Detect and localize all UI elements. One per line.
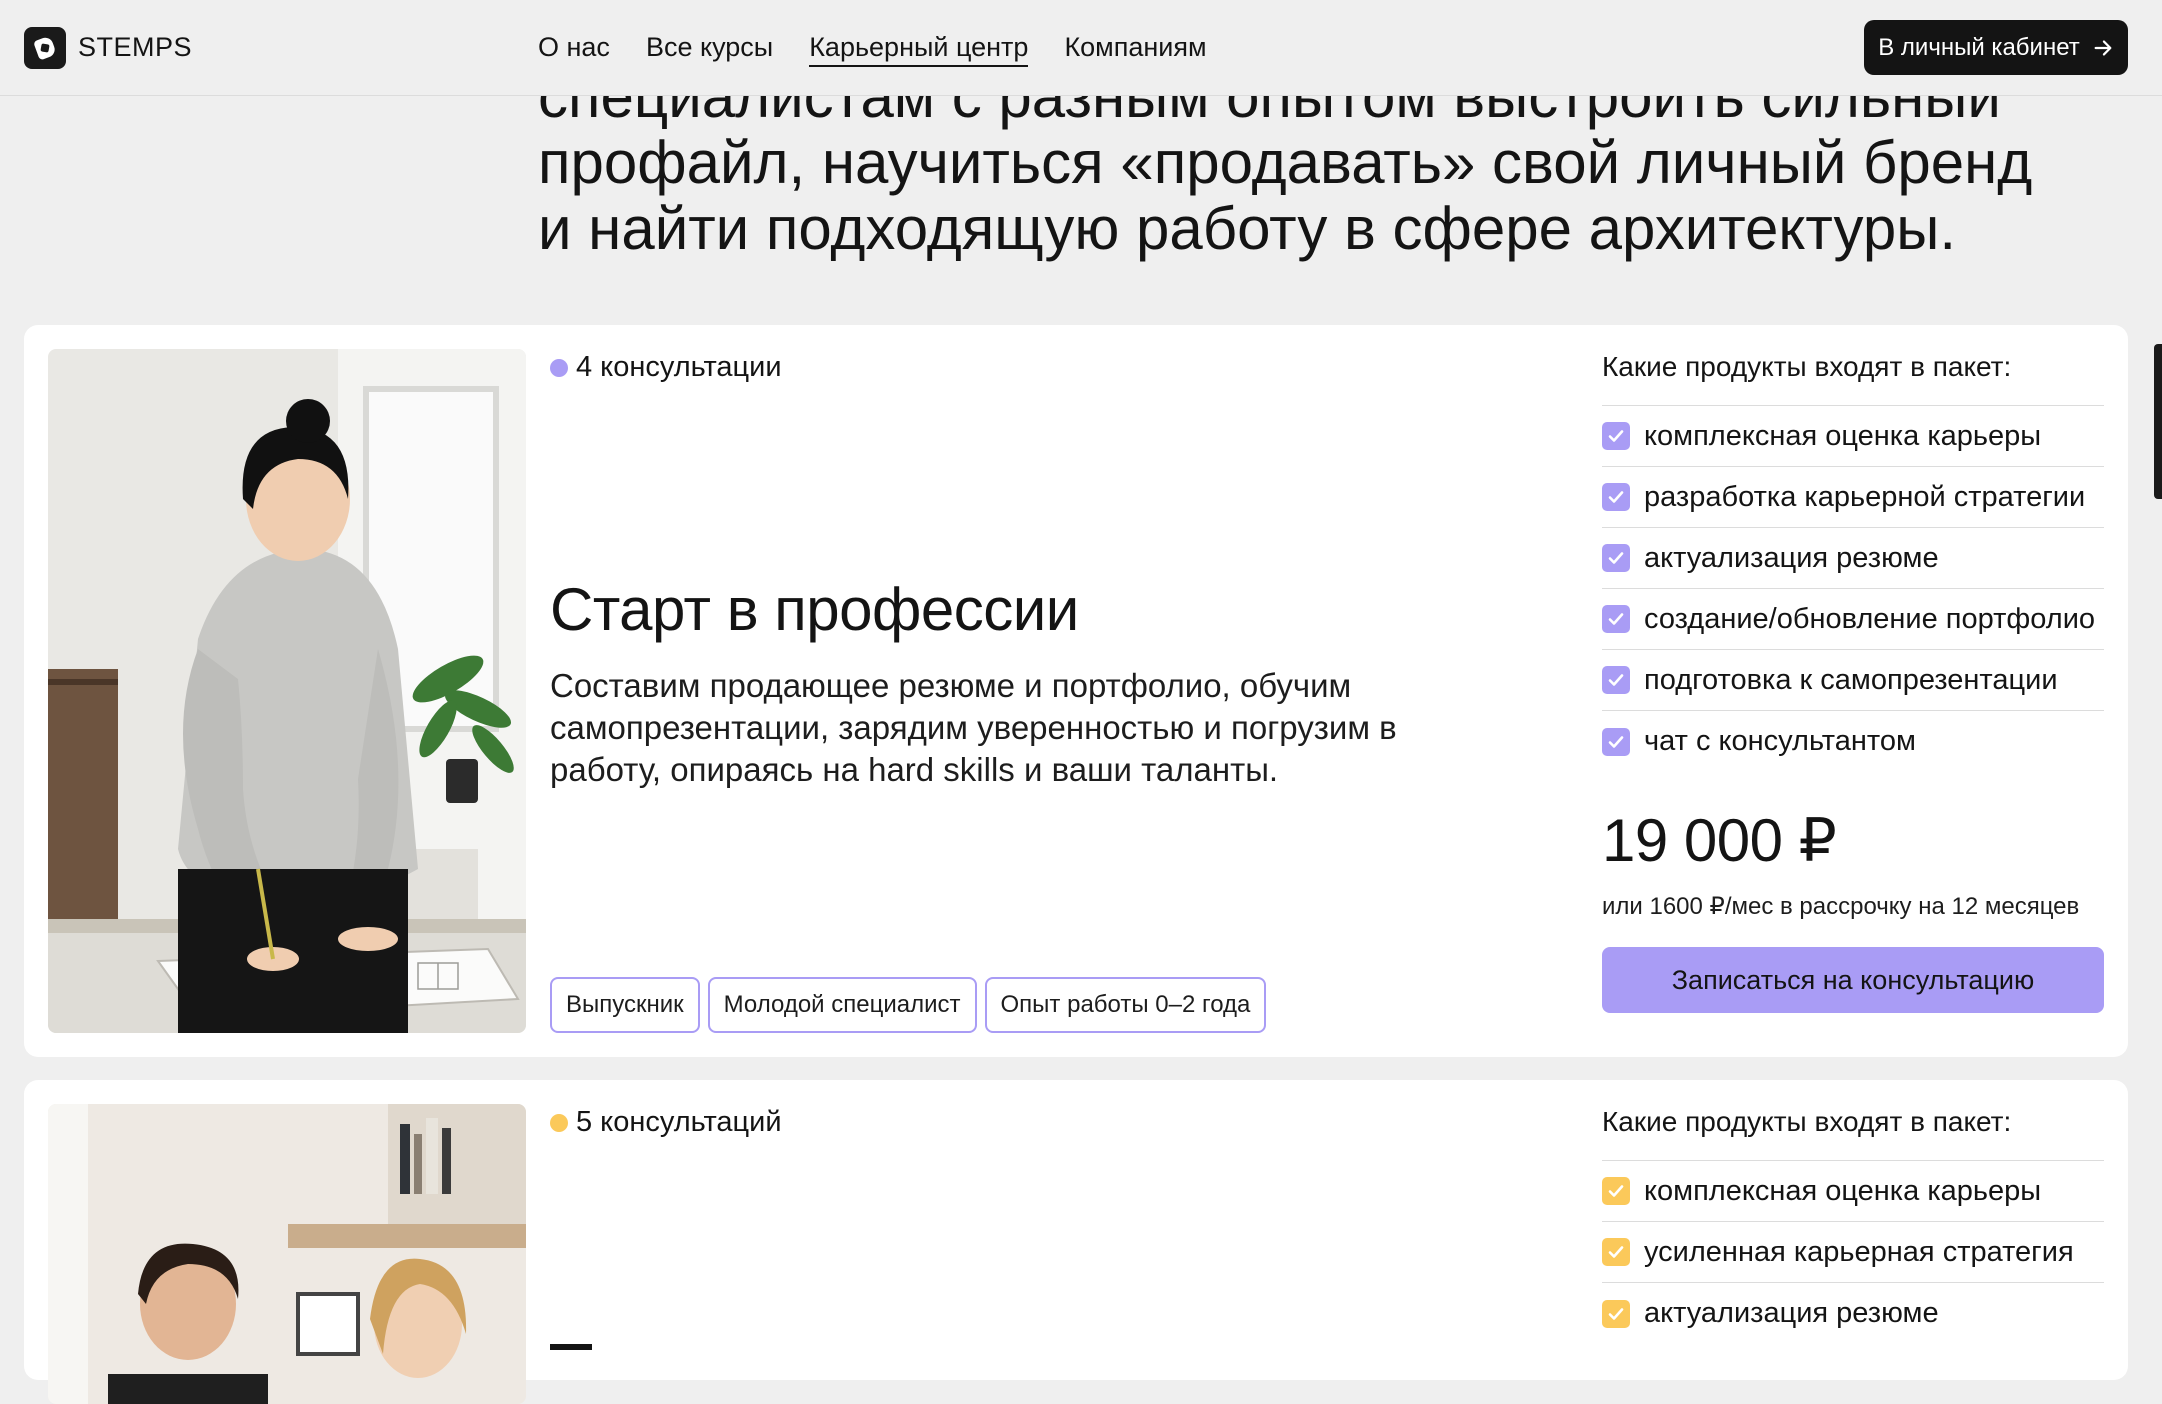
nav-companies[interactable]: Компаниям <box>1064 32 1206 67</box>
package-description: Составим продающее резюме и портфолио, о… <box>550 667 1397 788</box>
nav-about[interactable]: О нас <box>538 32 610 67</box>
checkbox-checked-icon <box>1602 727 1630 756</box>
purple-dot-icon <box>550 358 568 377</box>
package-price: 19 000 ₽ <box>1602 807 1837 874</box>
list-item: усиленная карьерная стратегия <box>1602 1222 2104 1283</box>
list-item: чат с консультантом <box>1602 711 2104 772</box>
checkbox-checked-icon <box>1602 1177 1630 1205</box>
checkbox-checked-icon <box>1602 666 1630 694</box>
product-label: актуализация резюме <box>1644 1297 1939 1329</box>
checkbox-checked-icon <box>1602 1299 1630 1328</box>
installment-text: или 1600 ₽/мес в рассрочку на 12 месяцев <box>1602 893 2080 920</box>
products-heading: Какие продукты входят в пакет: <box>1602 351 2012 382</box>
list-item: комплексная оценка карьеры <box>1602 1161 2104 1222</box>
checkbox-checked-icon <box>1602 1238 1630 1266</box>
tag-graduate: Выпускник <box>550 977 700 1033</box>
product-label: создание/обновление портфолио <box>1644 602 2096 635</box>
product-label: комплексная оценка карьеры <box>1644 419 2042 452</box>
list-item: комплексная оценка карьеры <box>1602 406 2104 467</box>
scrollbar-thumb[interactable] <box>2154 344 2162 499</box>
product-label: чат с консультантом <box>1644 725 1916 757</box>
package-title-fragment <box>550 1324 610 1364</box>
checkbox-checked-icon <box>1602 483 1630 511</box>
list-item: подготовка к самопрезентации <box>1602 650 2104 711</box>
products-list: комплексная оценка карьеры разработка ка… <box>1602 405 2104 772</box>
package-products-panel: Какие продукты входят в пакет: комплексн… <box>1602 1106 2104 1344</box>
logo-text[interactable]: STEMPS <box>78 32 192 63</box>
list-item: актуализация резюме <box>1602 1283 2104 1344</box>
products-list: комплексная оценка карьеры усиленная кар… <box>1602 1160 2104 1344</box>
stemps-logo-icon[interactable] <box>24 27 66 69</box>
products-heading: Какие продукты входят в пакет: <box>1602 1106 2012 1137</box>
package-photo-woman-drawing <box>48 349 526 1033</box>
main-nav: О нас Все курсы Карьерный центр Компания… <box>538 32 1207 67</box>
yellow-dot-icon <box>550 1113 568 1132</box>
list-item: разработка карьерной стратегии <box>1602 467 2104 528</box>
consultations-count: 5 консультаций <box>550 1106 782 1139</box>
product-label: актуализация резюме <box>1644 541 1939 574</box>
consultations-count-label: 5 консультаций <box>576 1106 782 1138</box>
consultations-count: 4 консультации <box>550 351 782 384</box>
audience-tags: Выпускник Молодой специалист Опыт работы… <box>550 977 1267 1033</box>
package-card-start: 4 консультации Старт в профессии Состави… <box>24 325 2128 1057</box>
arrow-right-icon <box>2094 39 2112 56</box>
package-card-second: 5 консультаций Какие продукты входят в п… <box>24 1080 2128 1404</box>
product-label: комплексная оценка карьеры <box>1644 1174 2042 1207</box>
product-label: разработка карьерной стратегии <box>1644 480 2086 513</box>
package-title: Старт в профессии <box>550 576 1079 643</box>
checkbox-checked-icon <box>1602 422 1630 450</box>
intro-text-block: специалистам с разным опытом выстроить с… <box>538 70 2058 270</box>
package-products-panel: Какие продукты входят в пакет: комплексн… <box>1602 351 2104 1013</box>
product-label: усиленная карьерная стратегия <box>1644 1235 2074 1268</box>
personal-account-label: В личный кабинет <box>1878 33 2080 61</box>
site-header: STEMPS О нас Все курсы Карьерный центр К… <box>0 0 2162 96</box>
intro-paragraph: специалистам с разным опытом выстроить с… <box>538 70 2033 262</box>
tag-experience-0-2: Опыт работы 0–2 года <box>984 977 1267 1033</box>
tag-young-specialist: Молодой специалист <box>707 977 977 1033</box>
list-item: актуализация резюме <box>1602 528 2104 589</box>
product-label: подготовка к самопрезентации <box>1644 663 2058 696</box>
nav-all-courses[interactable]: Все курсы <box>646 32 773 67</box>
checkbox-checked-icon <box>1602 544 1630 572</box>
nav-career-center[interactable]: Карьерный центр <box>809 32 1029 67</box>
consultations-count-label: 4 консультации <box>576 351 782 383</box>
book-consultation-button[interactable]: Записаться на консультацию <box>1602 947 2104 1013</box>
list-item: создание/обновление портфолио <box>1602 589 2104 650</box>
checkbox-checked-icon <box>1602 605 1630 633</box>
personal-account-button[interactable]: В личный кабинет <box>1864 20 2128 75</box>
package-photo-two-people <box>48 1104 526 1404</box>
